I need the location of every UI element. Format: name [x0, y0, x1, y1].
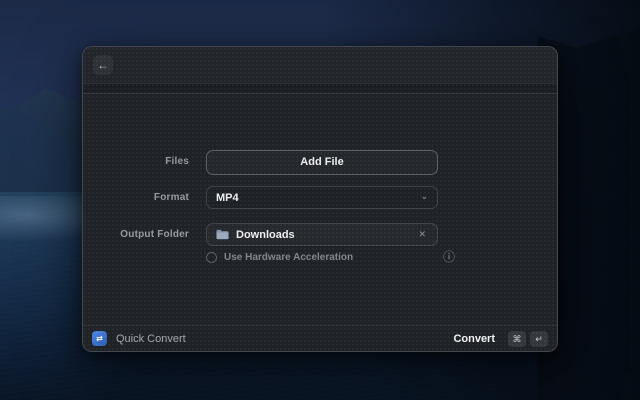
remove-folder-icon[interactable]: ✕	[416, 228, 428, 241]
command-title: Quick Convert	[116, 333, 453, 345]
add-file-button[interactable]: Add File	[206, 150, 438, 175]
convert-button[interactable]: Convert	[453, 333, 495, 345]
folder-icon	[216, 229, 229, 240]
back-arrow-icon: ←	[97, 58, 109, 72]
output-folder-value: Downloads	[236, 229, 416, 241]
back-button[interactable]: ←	[93, 55, 113, 75]
return-key-icon: ↵	[530, 331, 548, 347]
window-header: ←	[83, 47, 557, 84]
format-dropdown[interactable]: MP4 ⌄	[206, 186, 438, 209]
chevron-down-icon: ⌄	[420, 192, 428, 201]
convert-form: Files Add File Format MP4 ⌄ Output Folde…	[83, 94, 557, 324]
files-label: Files	[83, 156, 189, 167]
quick-convert-app-icon: ⇄	[92, 331, 107, 346]
hardware-acceleration-checkbox[interactable]: Use Hardware Acceleration	[206, 252, 353, 263]
checkbox-circle-icon	[206, 252, 217, 263]
action-bar: ⇄ Quick Convert Convert ⌘ ↵	[83, 325, 557, 351]
hardware-acceleration-label: Use Hardware Acceleration	[224, 252, 353, 263]
format-label: Format	[83, 192, 189, 203]
output-folder-tag[interactable]: Downloads ✕	[206, 223, 438, 246]
header-sub-strip	[83, 84, 557, 94]
command-key-icon: ⌘	[508, 331, 526, 347]
quick-convert-window: ← Files Add File Format MP4 ⌄ Output Fol…	[82, 46, 558, 352]
format-dropdown-value: MP4	[216, 192, 420, 204]
output-folder-label: Output Folder	[83, 229, 189, 240]
info-icon[interactable]: ⓘ	[443, 250, 455, 264]
